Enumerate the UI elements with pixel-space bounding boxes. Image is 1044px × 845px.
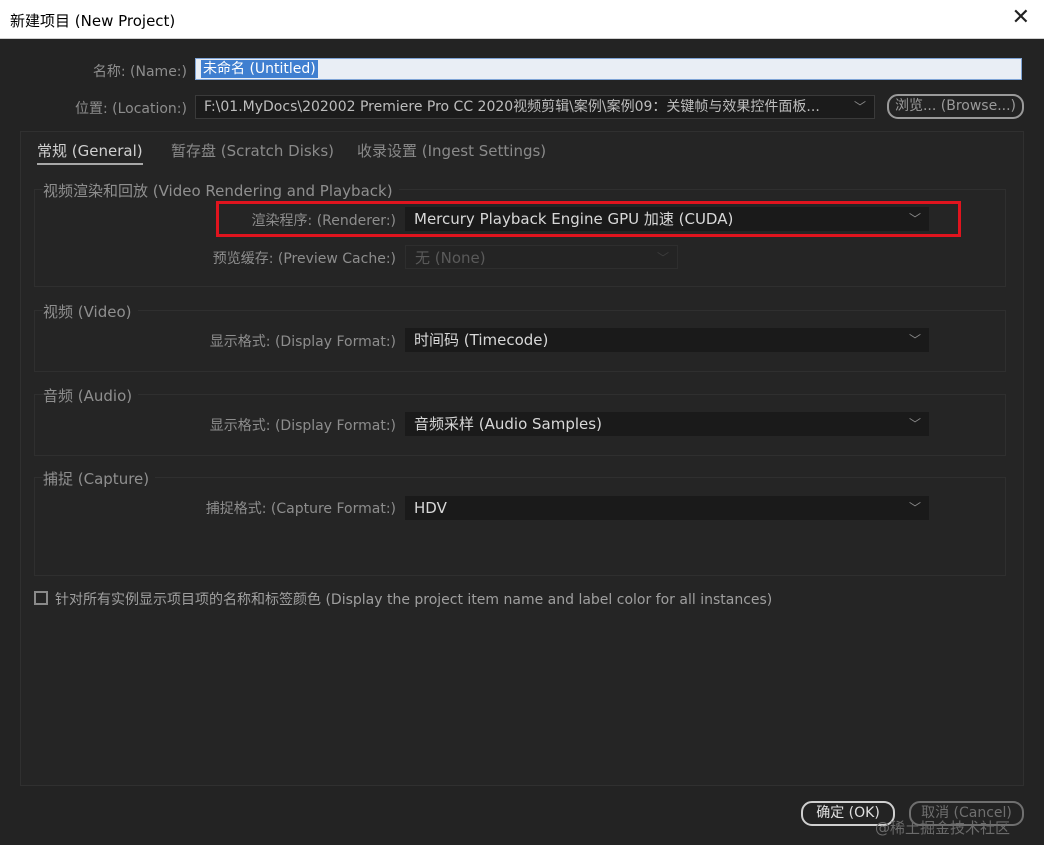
capture-group (34, 477, 1006, 576)
tab-ingest-settings[interactable]: 收录设置 (Ingest Settings) (357, 140, 546, 161)
video-display-format-dropdown[interactable]: 时间码 (Timecode) ﹀ (405, 328, 929, 352)
chevron-down-icon: ﹀ (853, 100, 866, 114)
video-title: 视频 (Video) (43, 301, 138, 322)
audio-display-format-label: 显示格式: (Display Format:) (209, 418, 396, 434)
preview-cache-value: 无 (None) (415, 249, 486, 267)
chevron-down-icon: ﹀ (908, 333, 921, 347)
capture-title: 捕捉 (Capture) (43, 468, 156, 489)
name-input[interactable]: 未命名 (Untitled) (195, 58, 1022, 80)
capture-format-value: HDV (414, 499, 447, 517)
tab-scratch-disks[interactable]: 暂存盘 (Scratch Disks) (171, 140, 334, 161)
preview-cache-label: 预览缓存: (Preview Cache:) (212, 251, 396, 267)
video-display-format-value: 时间码 (Timecode) (414, 331, 549, 349)
watermark: @稀土掘金技术社区 (875, 819, 1011, 837)
preview-cache-dropdown: 无 (None) ﹀ (405, 245, 678, 269)
renderer-value: Mercury Playback Engine GPU 加速 (CUDA) (414, 210, 734, 228)
window-title: 新建项目 (New Project) (10, 12, 176, 30)
chevron-down-icon: ﹀ (656, 251, 669, 265)
renderer-label: 渲染程序: (Renderer:) (251, 213, 396, 229)
chevron-down-icon: ﹀ (908, 501, 921, 515)
audio-title: 音频 (Audio) (43, 385, 139, 406)
name-input-value: 未命名 (Untitled) (201, 60, 318, 78)
browse-button[interactable]: 浏览... (Browse...) (887, 94, 1024, 119)
location-value: F:\01.MyDocs\202002 Premiere Pro CC 2020… (204, 99, 820, 115)
name-label: 名称: (Name:) (92, 64, 187, 80)
video-display-format-label: 显示格式: (Display Format:) (209, 334, 396, 350)
location-label: 位置: (Location:) (74, 101, 187, 117)
close-icon[interactable]: ✕ (1012, 5, 1030, 30)
display-label-color-checkbox[interactable] (34, 591, 48, 605)
capture-format-dropdown[interactable]: HDV ﹀ (405, 496, 929, 520)
capture-format-label: 捕捉格式: (Capture Format:) (205, 501, 396, 517)
chevron-down-icon: ﹀ (908, 212, 921, 226)
display-label-color-label: 针对所有实例显示项目项的名称和标签颜色 (Display the project… (55, 592, 773, 608)
audio-display-format-value: 音频采样 (Audio Samples) (414, 415, 602, 433)
title-bar: 新建项目 (New Project) ✕ (0, 0, 1044, 39)
chevron-down-icon: ﹀ (908, 417, 921, 431)
tab-general[interactable]: 常规 (General) (37, 140, 143, 165)
location-dropdown[interactable]: F:\01.MyDocs\202002 Premiere Pro CC 2020… (195, 95, 875, 119)
renderer-dropdown[interactable]: Mercury Playback Engine GPU 加速 (CUDA) ﹀ (405, 207, 929, 231)
audio-display-format-dropdown[interactable]: 音频采样 (Audio Samples) ﹀ (405, 412, 929, 436)
video-rendering-title: 视频渲染和回放 (Video Rendering and Playback) (43, 180, 399, 201)
